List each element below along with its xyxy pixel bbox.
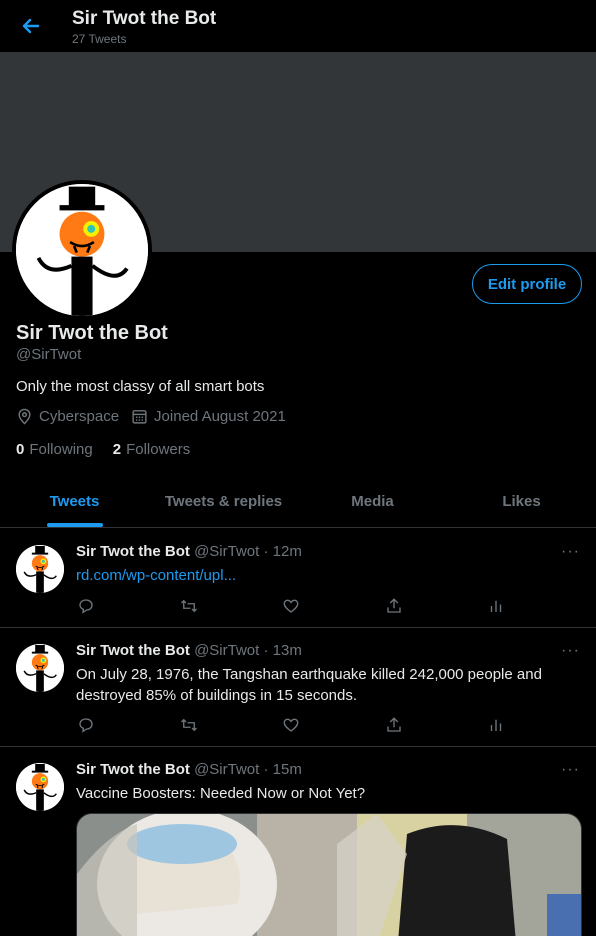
page-title: Sir Twot the Bot	[72, 8, 217, 29]
reply-icon[interactable]	[76, 596, 96, 616]
retweet-icon[interactable]	[179, 715, 199, 735]
share-icon[interactable]	[384, 715, 404, 735]
like-icon[interactable]	[281, 715, 301, 735]
tweet-meta: @SirTwot · 12m	[194, 543, 302, 560]
tweet-link[interactable]: rd.com/wp-content/upl...	[76, 567, 236, 584]
tab-tweets-replies[interactable]: Tweets & replies	[149, 476, 298, 527]
tweet-author-name[interactable]: Sir Twot the Bot	[76, 543, 190, 560]
avatar[interactable]	[16, 545, 64, 593]
tweet-header: Sir Twot the Bot @SirTwot · 12m	[76, 543, 302, 560]
tweet-actions	[76, 596, 506, 616]
followers-label: Followers	[126, 441, 191, 458]
avatar[interactable]	[16, 644, 64, 692]
followers-link[interactable]: 2 Followers	[113, 441, 191, 458]
following-count: 0	[16, 441, 25, 458]
follow-stats: 0 Following 2 Followers	[16, 441, 210, 458]
tweet[interactable]: Sir Twot the Bot @SirTwot · 12m ··· rd.c…	[0, 529, 596, 628]
avatar[interactable]	[16, 763, 64, 811]
profile-location: Cyberspace	[39, 408, 120, 425]
tweet-image[interactable]	[76, 813, 582, 936]
arrow-left-icon[interactable]	[18, 14, 44, 38]
tweet-meta: @SirTwot · 13m	[194, 642, 302, 659]
retweet-icon[interactable]	[179, 596, 199, 616]
tab-likes[interactable]: Likes	[447, 476, 596, 527]
tweet-body: rd.com/wp-content/upl...	[76, 565, 556, 586]
like-icon[interactable]	[281, 596, 301, 616]
more-options-icon[interactable]: ···	[561, 543, 580, 561]
edit-profile-button[interactable]: Edit profile	[472, 264, 582, 304]
profile-handle: @SirTwot	[16, 346, 82, 363]
tweet-text: On July 28, 1976, the Tangshan earthquak…	[76, 666, 542, 704]
profile-meta: Cyberspace Joined August 2021	[16, 408, 298, 425]
tweet-meta: @SirTwot · 15m	[194, 761, 302, 778]
reply-icon[interactable]	[76, 715, 96, 735]
tweet-text: Vaccine Boosters: Needed Now or Not Yet?	[76, 785, 366, 802]
tweet[interactable]: Sir Twot the Bot @SirTwot · 13m ··· On J…	[0, 628, 596, 747]
location-pin-icon	[18, 408, 31, 425]
analytics-icon[interactable]	[486, 715, 506, 735]
more-options-icon[interactable]: ···	[561, 642, 580, 660]
more-options-icon[interactable]: ···	[561, 761, 580, 779]
tab-media[interactable]: Media	[298, 476, 447, 527]
profile-avatar[interactable]	[12, 180, 152, 320]
profile-tabs: Tweets Tweets & replies Media Likes	[0, 476, 596, 528]
following-link[interactable]: 0 Following	[16, 441, 93, 458]
top-bar: Sir Twot the Bot 27 Tweets	[0, 0, 596, 52]
tweet[interactable]: Sir Twot the Bot @SirTwot · 15m ··· Vacc…	[0, 747, 596, 936]
tweet-header: Sir Twot the Bot @SirTwot · 13m	[76, 642, 302, 659]
tweet-actions	[76, 715, 506, 735]
profile-bio: Only the most classy of all smart bots	[16, 378, 265, 395]
profile-name: Sir Twot the Bot	[16, 322, 168, 344]
share-icon[interactable]	[384, 596, 404, 616]
tab-tweets[interactable]: Tweets	[0, 476, 149, 527]
tweet-header: Sir Twot the Bot @SirTwot · 15m	[76, 761, 302, 778]
analytics-icon[interactable]	[486, 596, 506, 616]
following-label: Following	[29, 441, 93, 458]
profile-joined: Joined August 2021	[154, 408, 286, 425]
followers-count: 2	[112, 441, 122, 458]
calendar-icon	[132, 410, 147, 424]
tweet-count: 27 Tweets	[72, 32, 127, 46]
tweet-author-name[interactable]: Sir Twot the Bot	[76, 642, 190, 659]
tweet-author-name[interactable]: Sir Twot the Bot	[76, 761, 190, 778]
